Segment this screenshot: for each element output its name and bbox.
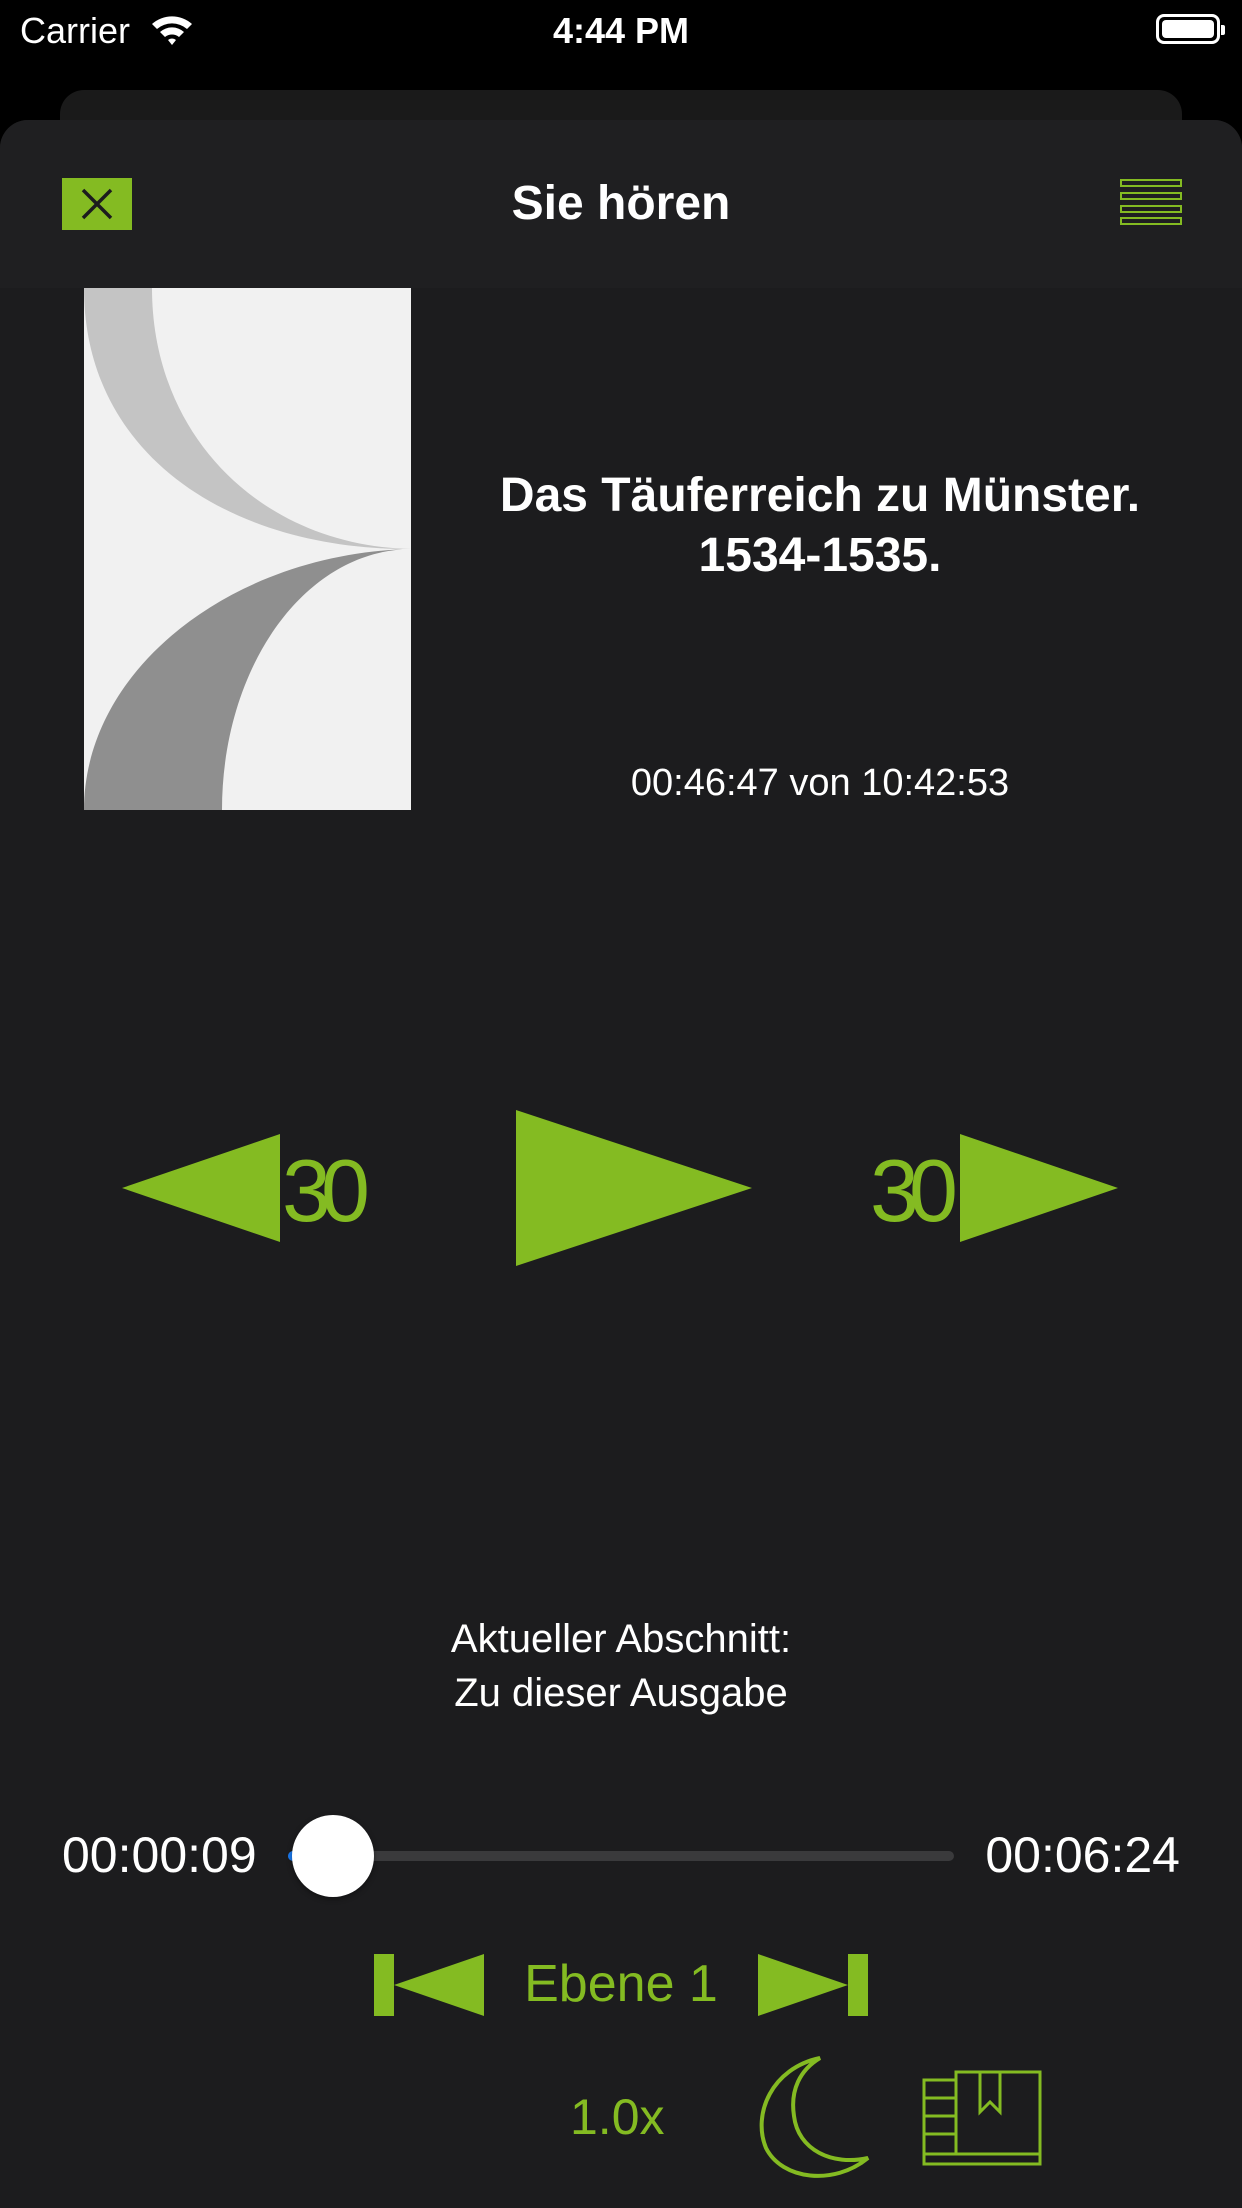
time-elapsed: 00:00:09 <box>62 1827 257 1883</box>
moon-icon <box>759 2056 870 2178</box>
book-progress: 00:46:47 von 10:42:53 <box>630 762 1010 804</box>
progress-slider-thumb[interactable] <box>292 1815 375 1897</box>
menu-icon <box>1120 179 1182 225</box>
skip-back-seconds: 30 <box>282 1141 370 1240</box>
book-cover <box>84 288 411 810</box>
previous-chapter-button[interactable] <box>372 1954 488 2016</box>
book-title: Das Täuferreich zu Münster. 1534-1535. <box>460 466 1180 586</box>
skip-previous-icon <box>374 1954 484 2016</box>
level-selector[interactable]: Ebene 1 <box>500 1954 742 2014</box>
current-section: Aktueller Abschnitt: Zu dieser Ausgabe <box>0 1612 1242 1720</box>
play-button[interactable] <box>516 1110 752 1266</box>
current-section-label: Aktueller Abschnitt: <box>450 1617 792 1661</box>
bookmarks-button[interactable] <box>922 2068 1046 2168</box>
play-icon <box>516 1110 752 1266</box>
sleep-timer-button[interactable] <box>752 2054 878 2182</box>
next-chapter-button[interactable] <box>754 1954 870 2016</box>
playback-speed-button[interactable]: 1.0x <box>570 2088 665 2146</box>
skip-forward-button[interactable] <box>862 1130 1122 1250</box>
page-title: Sie hören <box>511 177 731 230</box>
battery-icon <box>1156 14 1225 44</box>
time-remaining: 00:06:24 <box>985 1827 1180 1883</box>
status-bar: Carrier 4:44 PM <box>0 0 1242 70</box>
skip-next-icon <box>758 1954 868 2016</box>
book-title-line1: Das Täuferreich zu Münster. <box>499 469 1141 522</box>
clock: 4:44 PM <box>552 10 690 51</box>
bookmark-book-icon <box>922 2070 1042 2166</box>
menu-button[interactable] <box>1120 178 1182 226</box>
fast-forward-icon <box>960 1134 1118 1242</box>
progress-slider[interactable] <box>288 1851 954 1861</box>
current-section-name: Zu dieser Ausgabe <box>454 1671 788 1715</box>
book-title-line2: 1534-1535. <box>698 529 942 582</box>
